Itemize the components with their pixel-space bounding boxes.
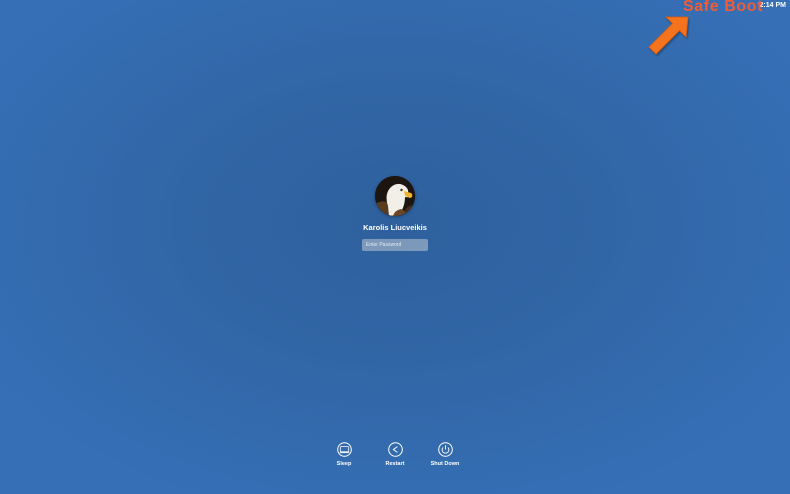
restart-icon <box>387 442 403 457</box>
restart-label: Restart <box>385 461 405 467</box>
login-screen: 2:14 PM Safe Boot Karolis Liucveikis Sle… <box>0 0 790 494</box>
sleep-label: Sleep <box>336 461 352 467</box>
sleep-button[interactable]: Sleep <box>324 442 364 467</box>
sleep-icon <box>336 442 352 457</box>
safe-boot-label: Safe Boot <box>683 0 764 15</box>
eagle-avatar-icon[interactable] <box>375 176 415 216</box>
restart-button[interactable]: Restart <box>375 442 415 467</box>
shut-down-label: Shut Down <box>430 461 460 467</box>
menu-bar-clock: 2:14 PM <box>759 2 786 9</box>
power-icon <box>437 442 453 457</box>
login-panel: Karolis Liucveikis <box>0 176 790 251</box>
arrow-icon <box>648 16 689 55</box>
password-field[interactable] <box>362 239 428 251</box>
shut-down-button[interactable]: Shut Down <box>425 442 465 467</box>
user-name: Karolis Liucveikis <box>363 223 427 232</box>
